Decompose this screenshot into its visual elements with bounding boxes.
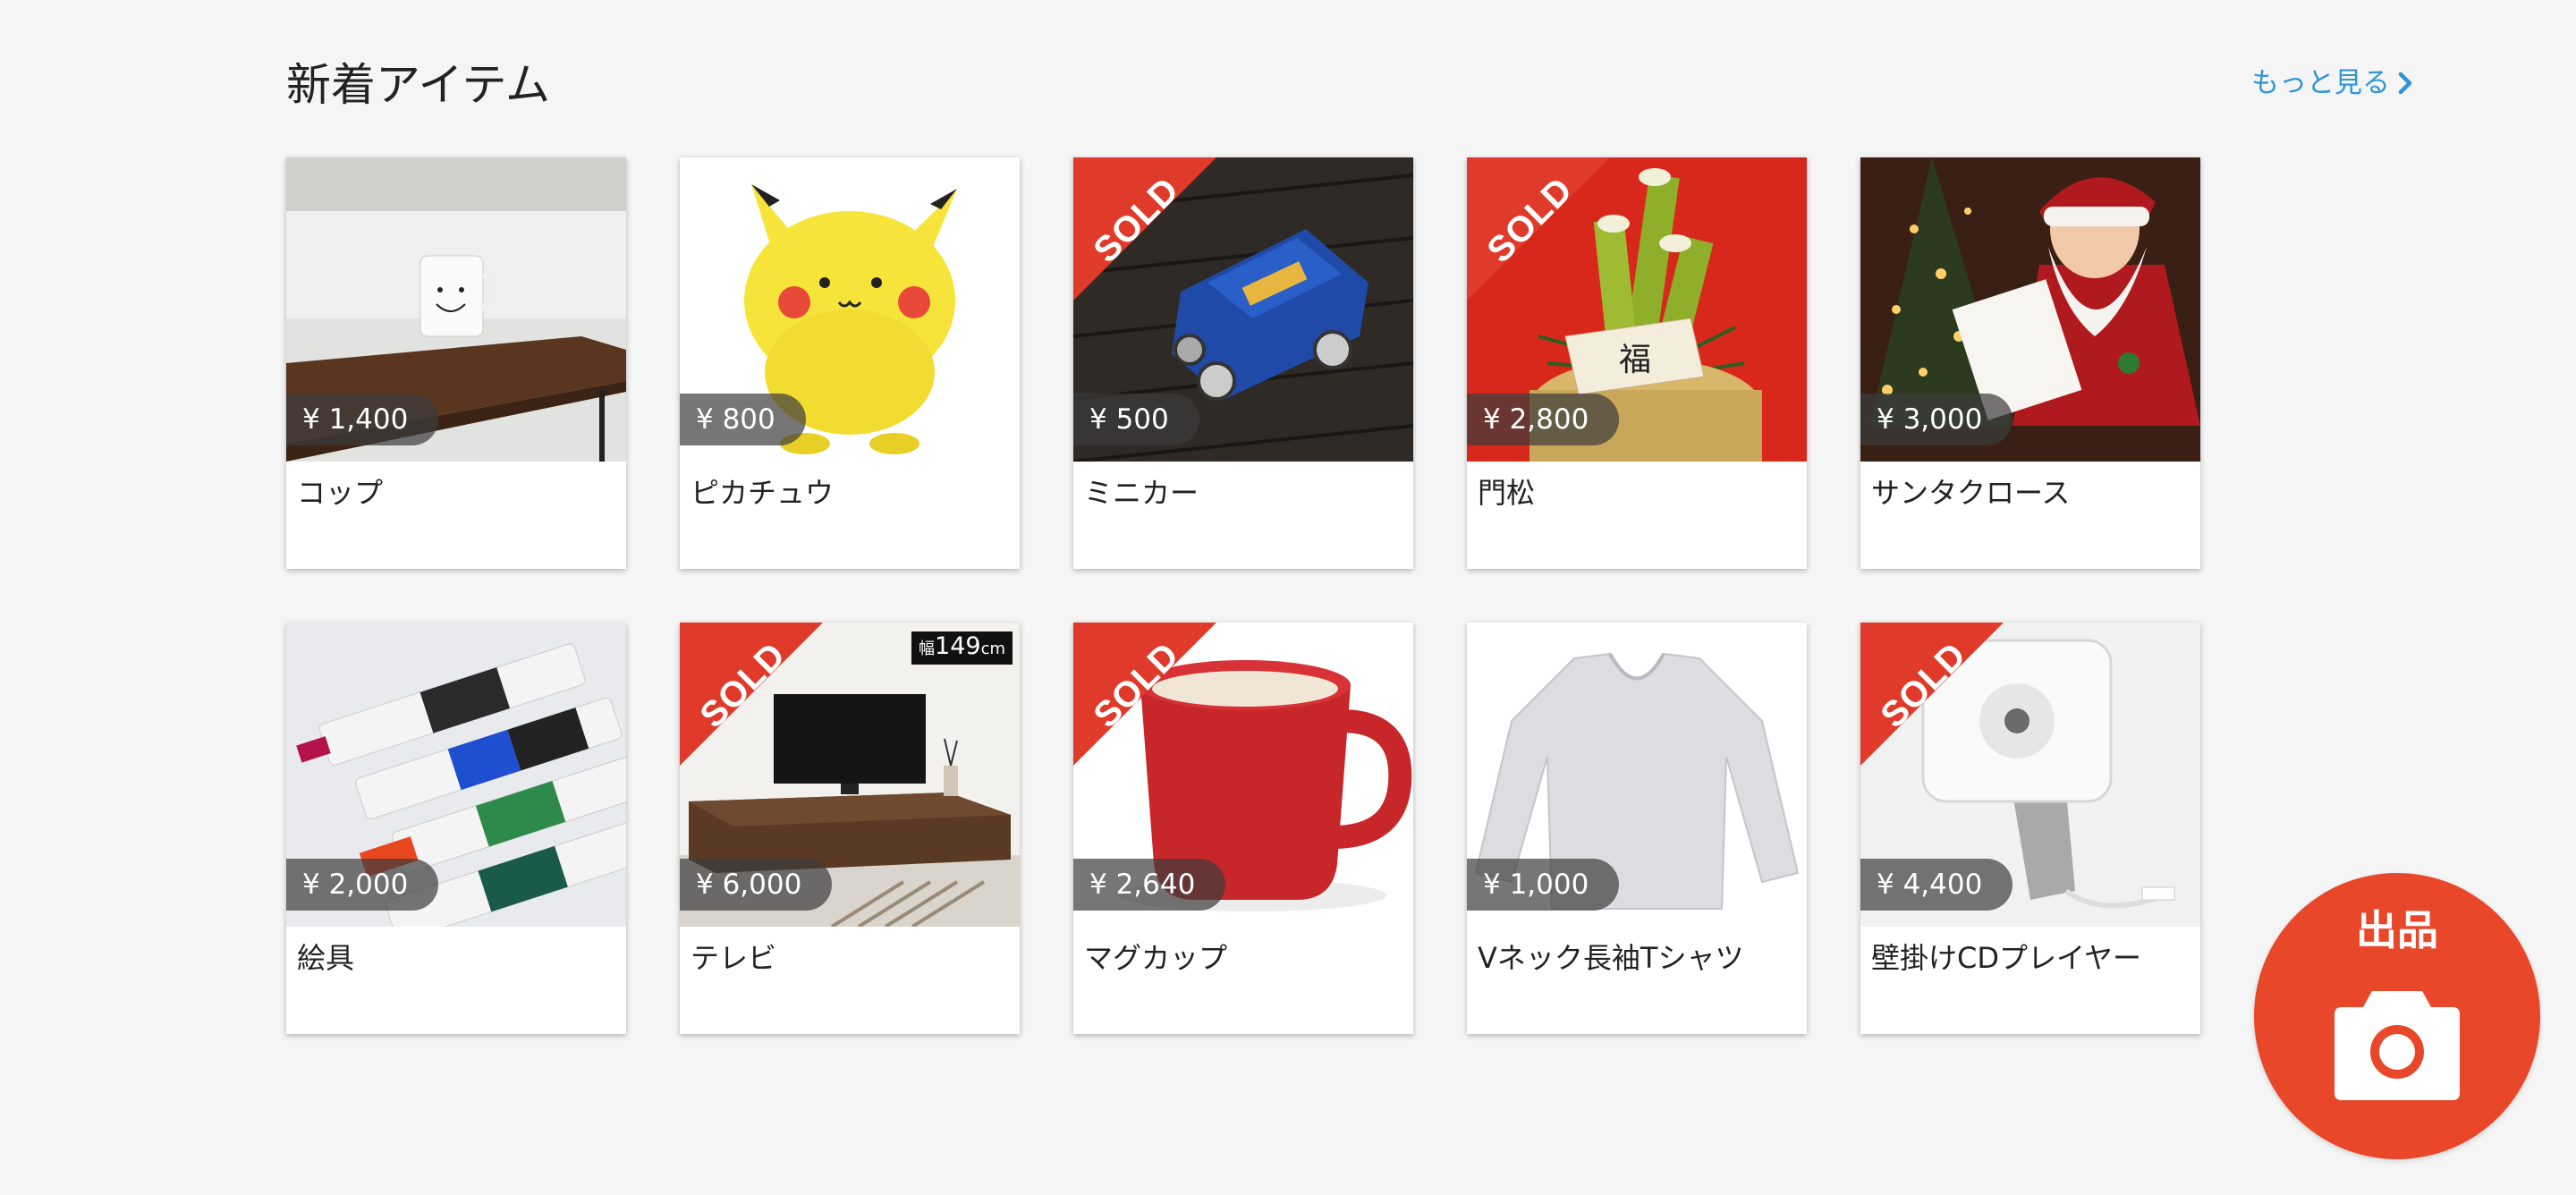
price-badge: ¥ 4,400 bbox=[1860, 859, 2013, 911]
item-thumbnail: SOLD ¥ 2,640 bbox=[1073, 623, 1413, 927]
price-badge: ¥ 2,000 bbox=[286, 859, 439, 911]
item-card[interactable]: SOLD 幅149cm ¥ 6,000 テレビ bbox=[680, 623, 1020, 1034]
chevron-right-icon bbox=[2398, 72, 2412, 95]
item-card[interactable]: ¥ 2,000 絵具 bbox=[286, 623, 626, 1034]
item-thumbnail: ¥ 800 bbox=[680, 157, 1020, 462]
item-thumbnail: 福 SOLD ¥ 2,800 bbox=[1467, 157, 1807, 462]
item-name: 壁掛けCDプレイヤー bbox=[1871, 941, 2142, 975]
section-header: 新着アイテム もっと見る bbox=[286, 54, 2415, 116]
item-grid: ¥ 1,400 コップ ¥ 800 ピカチュウ SOLD ¥ 500 ミニカー … bbox=[286, 157, 2200, 1034]
item-thumbnail: SOLD 幅149cm ¥ 6,000 bbox=[680, 623, 1020, 927]
section-title: 新着アイテム bbox=[286, 59, 550, 111]
svg-text:福: 福 bbox=[1619, 342, 1651, 378]
item-thumbnail: ¥ 2,000 bbox=[286, 623, 626, 927]
item-card[interactable]: ¥ 3,000 サンタクロース bbox=[1860, 157, 2200, 569]
page: 新着アイテム もっと見る ¥ 1,400 コップ ¥ 800 ピカチュウ SOL… bbox=[0, 0, 2576, 1195]
item-name: 絵具 bbox=[297, 941, 355, 975]
item-name: テレビ bbox=[691, 941, 777, 975]
price-badge: ¥ 800 bbox=[680, 394, 806, 445]
price-badge: ¥ 2,800 bbox=[1467, 394, 1620, 445]
price-badge: ¥ 1,400 bbox=[286, 394, 439, 445]
width-tag: 幅149cm bbox=[911, 631, 1013, 665]
item-name: サンタクロース bbox=[1871, 476, 2071, 510]
item-card[interactable]: ¥ 800 ピカチュウ bbox=[680, 157, 1020, 569]
item-name: マグカップ bbox=[1084, 941, 1228, 975]
see-more-link[interactable]: もっと見る bbox=[2251, 61, 2415, 106]
price-badge: ¥ 2,640 bbox=[1073, 859, 1226, 911]
item-thumbnail: ¥ 1,400 bbox=[286, 157, 626, 462]
item-name: コップ bbox=[297, 476, 384, 510]
item-name: ピカチュウ bbox=[691, 476, 835, 510]
item-name: 門松 bbox=[1478, 476, 1536, 510]
sell-button[interactable]: 出品 bbox=[2254, 873, 2540, 1159]
item-thumbnail: SOLD ¥ 500 bbox=[1073, 157, 1413, 462]
item-card[interactable]: SOLD ¥ 4,400 壁掛けCDプレイヤー bbox=[1860, 623, 2200, 1034]
item-card[interactable]: ¥ 1,400 コップ bbox=[286, 157, 626, 569]
price-badge: ¥ 1,000 bbox=[1467, 859, 1620, 911]
price-badge: ¥ 6,000 bbox=[680, 859, 833, 911]
item-thumbnail: ¥ 3,000 bbox=[1860, 157, 2200, 462]
price-badge: ¥ 500 bbox=[1073, 394, 1199, 445]
see-more-label: もっと見る bbox=[2251, 67, 2390, 99]
item-card[interactable]: SOLD ¥ 500 ミニカー bbox=[1073, 157, 1413, 569]
item-name: Vネック長袖Tシャツ bbox=[1478, 941, 1744, 975]
sell-button-label: 出品 bbox=[2356, 906, 2438, 954]
item-card[interactable]: 福 SOLD ¥ 2,800 門松 bbox=[1467, 157, 1807, 569]
item-card[interactable]: SOLD ¥ 2,640 マグカップ bbox=[1073, 623, 1413, 1034]
item-card[interactable]: ¥ 1,000 Vネック長袖Tシャツ bbox=[1467, 623, 1807, 1034]
item-name: ミニカー bbox=[1084, 476, 1199, 510]
item-thumbnail: ¥ 1,000 bbox=[1467, 623, 1807, 927]
item-thumbnail: SOLD ¥ 4,400 bbox=[1860, 623, 2200, 927]
price-badge: ¥ 3,000 bbox=[1860, 394, 2013, 445]
camera-icon bbox=[2334, 991, 2460, 1100]
